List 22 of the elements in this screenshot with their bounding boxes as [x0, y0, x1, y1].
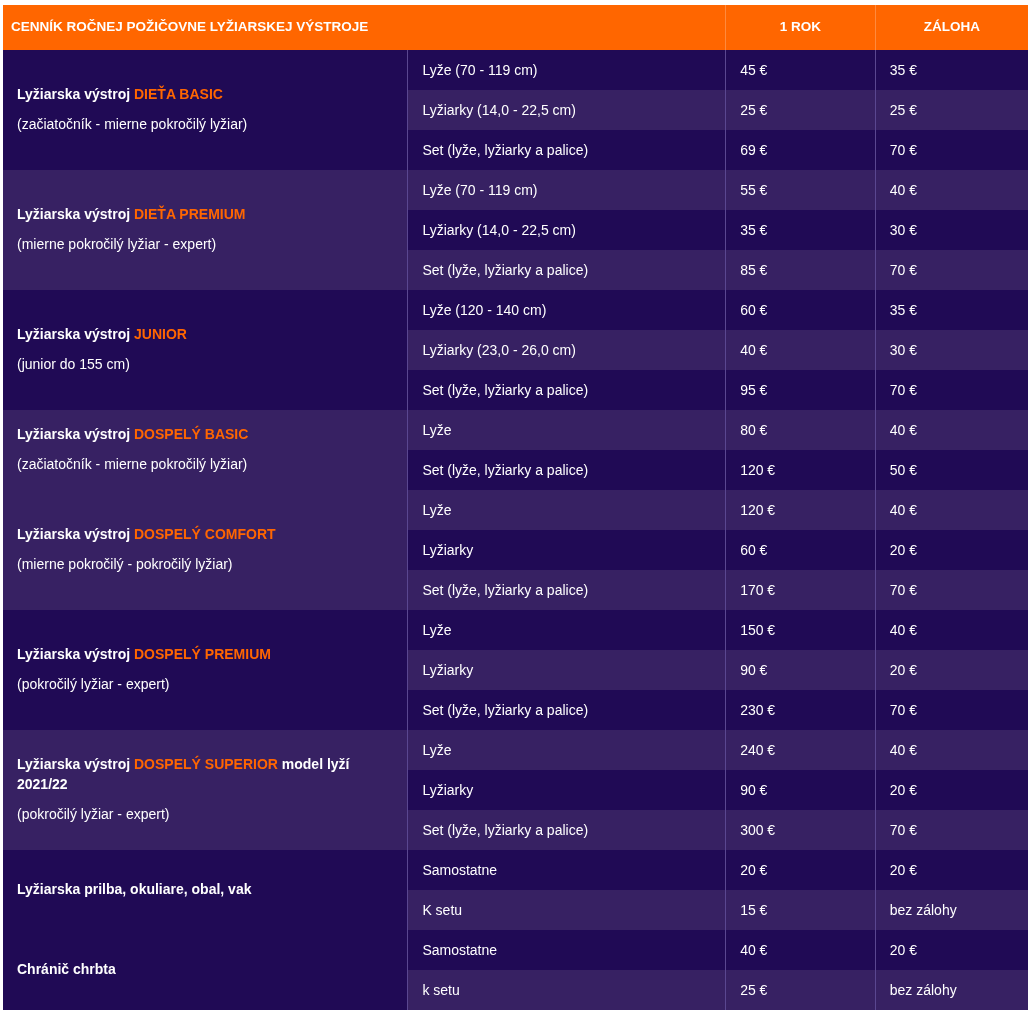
equipment-title: Chránič chrbta — [17, 960, 117, 980]
skill-level-text: (mierne pokročilý lyžiar - expert) — [17, 235, 218, 255]
equipment-title: Lyžiarska prilba, okuliare, obal, vak — [17, 880, 253, 900]
equipment-title: Lyžiarska výstroj DIEŤA PREMIUM — [17, 204, 247, 224]
price-cell: 25 € — [725, 970, 876, 1010]
column-header: CENNÍK ROČNEJ POŽIČOVNE LYŽIARSKEJ VÝSTROJE — [3, 5, 726, 50]
equipment-title: Lyžiarska výstroj DOSPELÝ BASIC — [17, 424, 250, 444]
column-header: ZÁLOHA — [875, 5, 1028, 50]
skill-level-text: (pokročilý lyžiar - expert) — [17, 675, 171, 695]
skill-level-text: (začiatočník - mierne pokročilý lyžiar) — [17, 455, 249, 475]
equipment-title: Lyžiarska výstroj DOSPELÝ COMFORT — [17, 524, 277, 544]
column-header: 1 ROK — [725, 5, 876, 50]
skill-level-text: (junior do 155 cm) — [17, 355, 131, 375]
skill-level-text: (pokročilý lyžiar - expert) — [17, 805, 171, 825]
equipment-title: Lyžiarska výstroj JUNIOR — [17, 324, 188, 344]
skill-level-text: (mierne pokročilý - pokročilý lyžiar) — [17, 555, 234, 575]
equipment-title: Lyžiarska výstroj DIEŤA BASIC — [17, 84, 224, 104]
skill-level-text: (začiatočník - mierne pokročilý lyžiar) — [17, 115, 249, 135]
deposit-cell: bez zálohy — [875, 970, 1028, 1010]
equipment-title: Lyžiarska výstroj DOSPELÝ SUPERIOR model lyží 2021/22 — [17, 754, 351, 794]
equipment-title: Lyžiarska výstroj DOSPELÝ PREMIUM — [17, 644, 272, 664]
item-cell: k setu — [407, 970, 726, 1010]
